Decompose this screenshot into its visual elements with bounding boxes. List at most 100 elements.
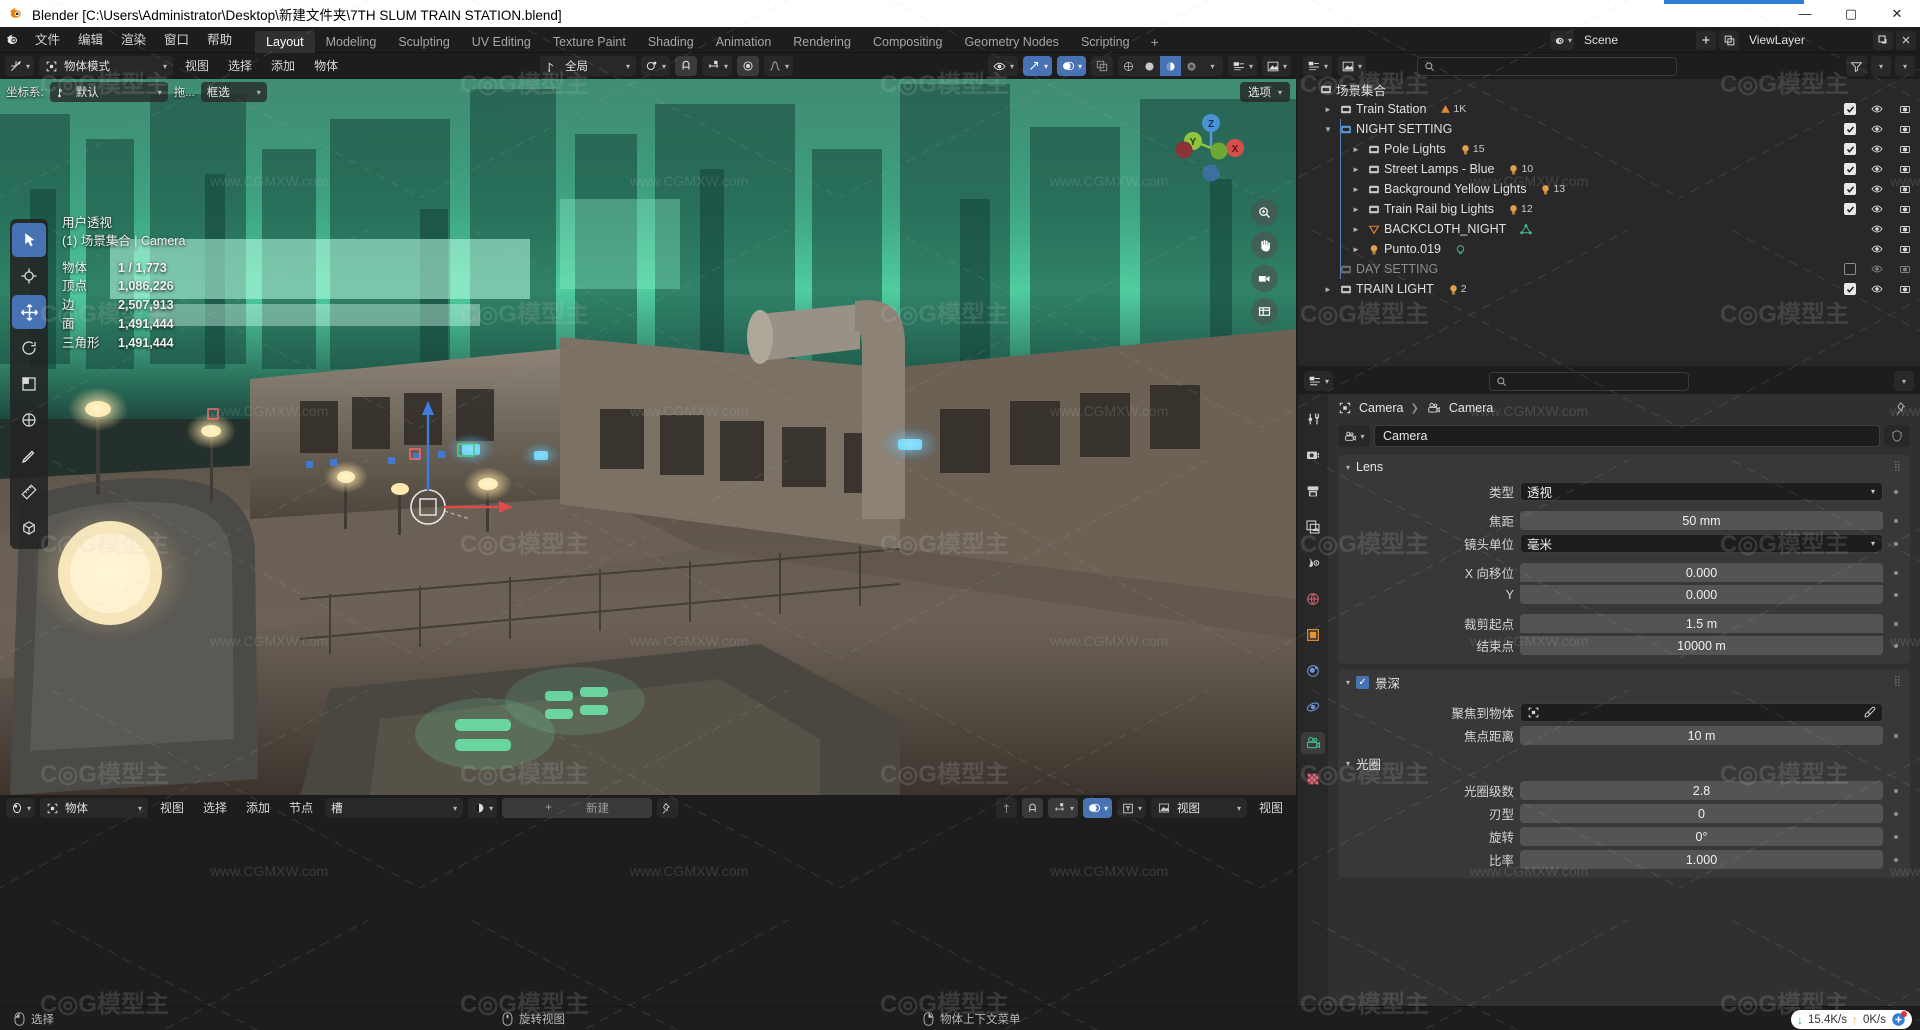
- tab-add-workspace[interactable]: +: [1141, 31, 1169, 53]
- tab-texture-paint[interactable]: Texture Paint: [542, 31, 637, 53]
- properties-search-input[interactable]: [1489, 371, 1690, 391]
- expander-icon[interactable]: ►: [1320, 285, 1336, 294]
- viewport-visibility-button[interactable]: ▾: [987, 56, 1018, 76]
- menu-edit[interactable]: 编辑: [69, 27, 112, 53]
- tab-scripting[interactable]: Scripting: [1070, 31, 1141, 53]
- footer-shader-type-select[interactable]: 物体 ▾: [40, 798, 149, 818]
- transform-orientation-value[interactable]: 默认 ▾: [49, 82, 168, 102]
- tab-geometry-nodes[interactable]: Geometry Nodes: [953, 31, 1069, 53]
- camera-icon[interactable]: [1898, 183, 1912, 195]
- tool-icon[interactable]: [1301, 408, 1325, 430]
- animate-dot-icon[interactable]: [1889, 518, 1902, 523]
- tool-scale-icon[interactable]: [12, 367, 46, 401]
- camera-icon[interactable]: [1898, 163, 1912, 175]
- proportional-edit-button[interactable]: [737, 56, 760, 76]
- expander-icon[interactable]: ►: [1348, 205, 1364, 214]
- camera-icon[interactable]: [1898, 123, 1912, 135]
- dof-panel-header[interactable]: ▾ ✓ 景深 ⣿: [1338, 670, 1910, 694]
- viewport-options-button[interactable]: 选项 ▾: [1239, 82, 1290, 102]
- shading-wireframe-button[interactable]: [1118, 56, 1139, 76]
- eye-icon[interactable]: [1870, 143, 1884, 155]
- lens-panel-header[interactable]: ▾ Lens ⣿: [1338, 455, 1910, 479]
- object-icon[interactable]: [1301, 624, 1325, 646]
- outliner-row[interactable]: DAY SETTING: [1298, 259, 1920, 279]
- close-button[interactable]: ✕: [1874, 0, 1920, 27]
- eyedropper-icon[interactable]: [1863, 706, 1876, 719]
- snap-to-icon[interactable]: [995, 798, 1017, 818]
- outliner-row[interactable]: ► TRAIN LIGHT 2: [1298, 279, 1920, 299]
- outliner-row[interactable]: ► Background Yellow Lights 13: [1298, 179, 1920, 199]
- expander-icon[interactable]: ►: [1348, 185, 1364, 194]
- tool-tweak-icon[interactable]: [12, 223, 46, 257]
- tool-rotate-icon[interactable]: [12, 331, 46, 365]
- animate-dot-icon[interactable]: [1889, 592, 1902, 597]
- material-browse-button[interactable]: ▾: [468, 798, 498, 818]
- view-layer-browse-button[interactable]: [1719, 30, 1739, 50]
- pin-id-icon[interactable]: [657, 798, 679, 818]
- animate-dot-icon[interactable]: [1889, 811, 1902, 816]
- camera-icon[interactable]: [1898, 143, 1912, 155]
- new-scene-button[interactable]: [1696, 30, 1716, 50]
- outliner-row[interactable]: ► Train Station 1K: [1298, 99, 1920, 119]
- animate-dot-icon[interactable]: [1889, 643, 1902, 648]
- pin-icon[interactable]: [1895, 401, 1910, 416]
- transform-orientation-select[interactable]: 全局 ▾: [539, 56, 636, 76]
- expander-icon[interactable]: ►: [1348, 165, 1364, 174]
- camera-view-icon[interactable]: [1251, 265, 1278, 292]
- shading-rendered-button[interactable]: [1181, 56, 1202, 76]
- shading-options-dropdown[interactable]: ▾: [1202, 56, 1223, 76]
- tab-modeling[interactable]: Modeling: [315, 31, 388, 53]
- animate-dot-icon[interactable]: [1889, 834, 1902, 839]
- shift-y-value-field[interactable]: 0.000: [1520, 585, 1883, 604]
- navigation-gizmo[interactable]: Z X Y: [1172, 109, 1250, 187]
- footer-editor-type-button[interactable]: ▾: [6, 798, 36, 818]
- drag-action-select[interactable]: 框选 ▾: [200, 82, 267, 102]
- checkbox-enabled[interactable]: [1844, 183, 1856, 195]
- pivot-point-button[interactable]: ▾: [640, 56, 670, 76]
- viewport-menu-select[interactable]: 选择: [221, 56, 259, 76]
- view-object-types-button[interactable]: ▾: [1227, 56, 1257, 76]
- clip-start-value-field[interactable]: 1.5 m: [1520, 614, 1883, 633]
- checkbox-enabled[interactable]: [1844, 283, 1856, 295]
- eye-icon[interactable]: [1870, 103, 1884, 115]
- footer-menu-add[interactable]: 添加: [239, 798, 277, 818]
- scene-icon[interactable]: [1301, 552, 1325, 574]
- expander-icon[interactable]: ▼: [1320, 125, 1336, 134]
- ratio-value-field[interactable]: 1.000: [1520, 850, 1883, 869]
- view-layer-name-field[interactable]: ViewLayer: [1742, 30, 1870, 50]
- footer-menu-node[interactable]: 节点: [282, 798, 320, 818]
- expander-icon[interactable]: ►: [1348, 245, 1364, 254]
- outliner-row[interactable]: ► BACKCLOTH_NIGHT: [1298, 219, 1920, 239]
- outliner-display-mode-button[interactable]: ▾: [1337, 56, 1367, 76]
- footer-menu-view[interactable]: 视图: [153, 798, 191, 818]
- tab-animation[interactable]: Animation: [705, 31, 783, 53]
- eye-icon[interactable]: [1870, 123, 1884, 135]
- eye-icon[interactable]: [1870, 263, 1884, 275]
- outliner-filter-dropdown[interactable]: ▾: [1871, 56, 1891, 76]
- breadcrumb-object-label[interactable]: Camera: [1359, 401, 1403, 415]
- tool-cursor-icon[interactable]: [12, 259, 46, 293]
- outliner-row[interactable]: ► Street Lamps - Blue 10: [1298, 159, 1920, 179]
- eye-icon[interactable]: [1870, 183, 1884, 195]
- falloff-curve-button[interactable]: ▾: [764, 56, 794, 76]
- checkbox-enabled[interactable]: [1844, 203, 1856, 215]
- checkbox-enabled[interactable]: [1844, 123, 1856, 135]
- add-material-plus[interactable]: +: [545, 802, 552, 814]
- expander-icon[interactable]: ►: [1348, 225, 1364, 234]
- fake-user-shield-icon[interactable]: [1884, 425, 1910, 447]
- new-view-layer-button[interactable]: [1873, 30, 1893, 50]
- blades-value-field[interactable]: 0: [1520, 804, 1883, 823]
- shading-solid-button[interactable]: [1139, 56, 1160, 76]
- eye-icon[interactable]: [1870, 163, 1884, 175]
- breadcrumb-data-label[interactable]: Camera: [1449, 401, 1493, 415]
- expander-icon[interactable]: ►: [1320, 105, 1336, 114]
- footer-view-label-b[interactable]: 视图: [1252, 798, 1290, 818]
- eye-icon[interactable]: [1870, 223, 1884, 235]
- footer-view-select-a[interactable]: 视图 ▾: [1150, 798, 1247, 818]
- eye-icon[interactable]: [1870, 243, 1884, 255]
- world-icon[interactable]: [1301, 588, 1325, 610]
- output-icon[interactable]: [1301, 480, 1325, 502]
- render-icon[interactable]: [1301, 444, 1325, 466]
- xray-toggle-button[interactable]: [1090, 56, 1113, 76]
- footer-snap-settings-icon[interactable]: ▾: [1047, 798, 1078, 818]
